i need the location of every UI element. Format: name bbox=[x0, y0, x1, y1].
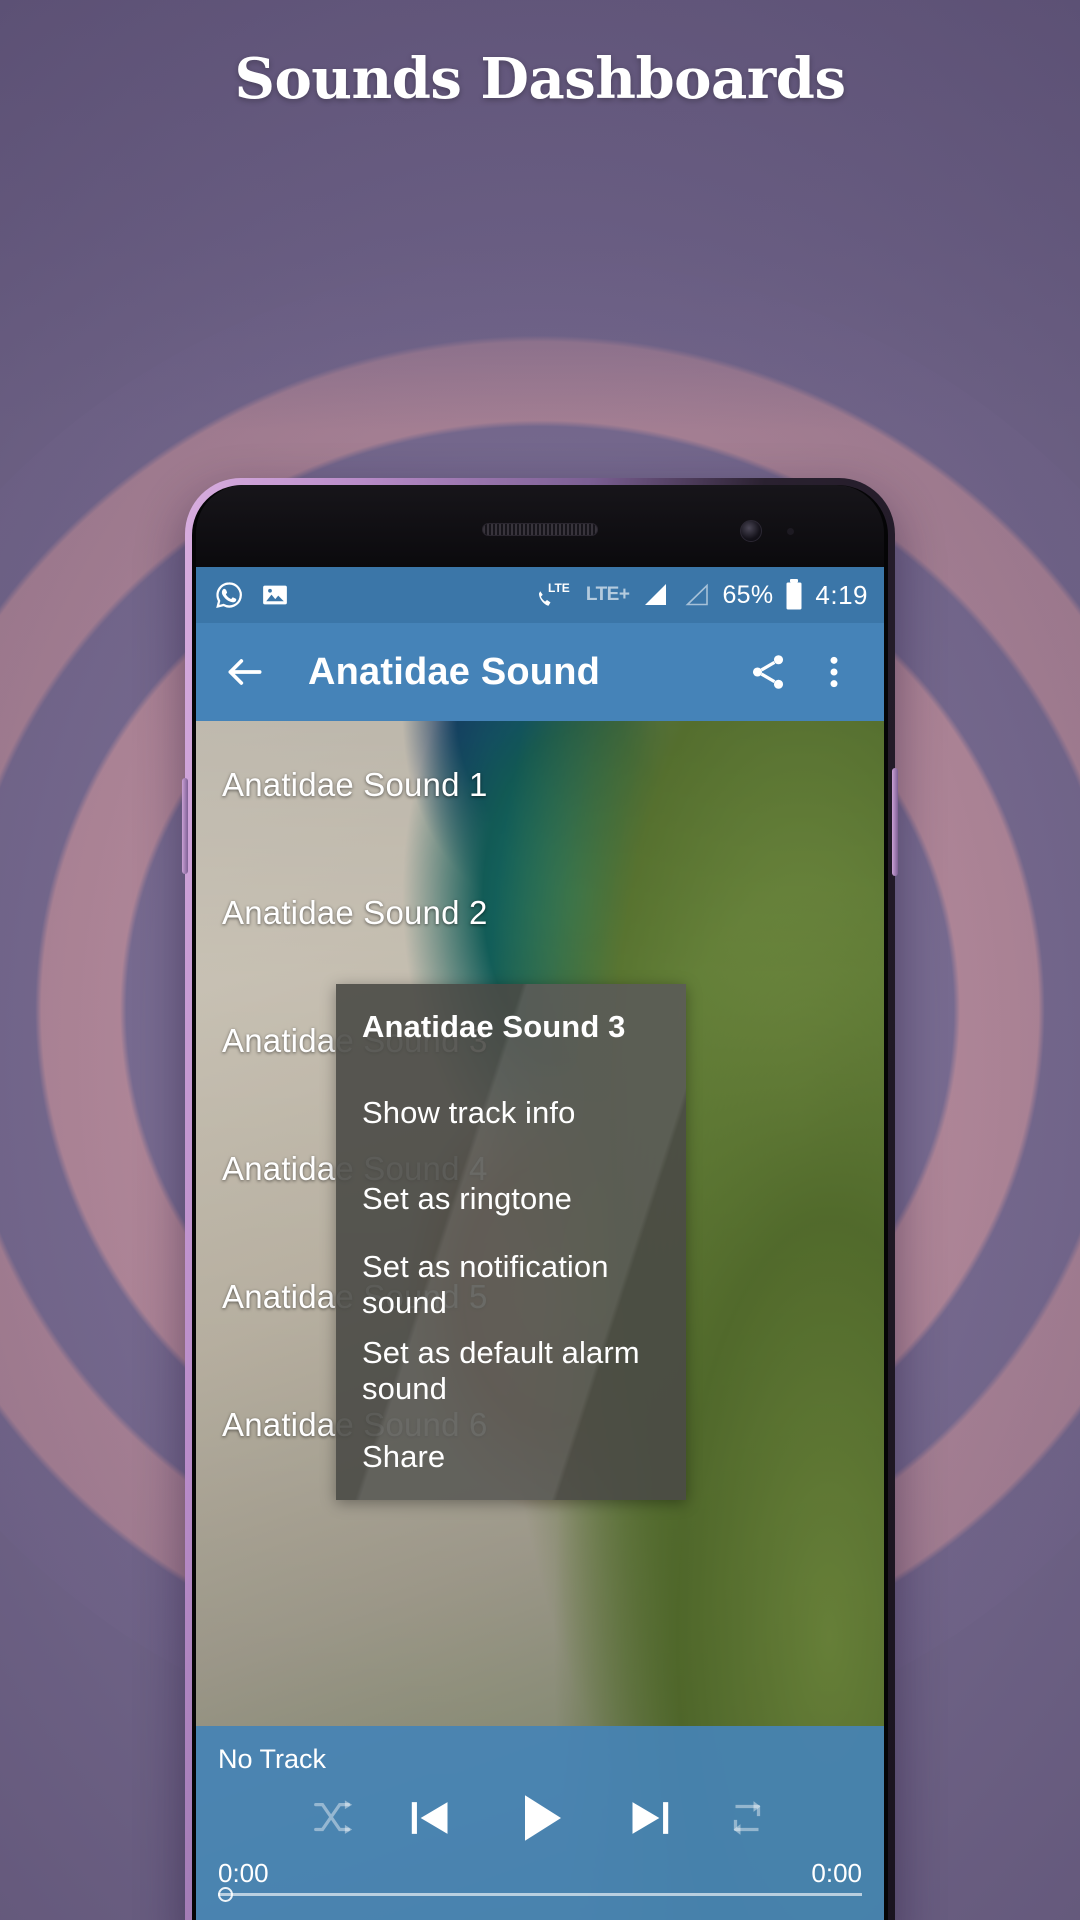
list-item[interactable]: Anatidae Sound 2 bbox=[196, 849, 884, 977]
status-bar: LTE LTE+ 65% 4:19 bbox=[196, 567, 884, 623]
signal-strength-full-icon bbox=[640, 581, 670, 609]
network-type-label: LTE+ bbox=[585, 584, 630, 605]
list-item-label: Anatidae Sound 2 bbox=[222, 894, 488, 931]
phone-top-bezel bbox=[196, 485, 884, 567]
overflow-menu-button[interactable] bbox=[806, 644, 862, 700]
menu-item-set-as-notification-sound[interactable]: Set as notification sound bbox=[336, 1242, 686, 1328]
status-bar-notification-icons bbox=[214, 580, 290, 610]
share-button[interactable] bbox=[740, 644, 796, 700]
back-button[interactable] bbox=[218, 645, 272, 699]
context-menu: Anatidae Sound 3 Show track info Set as … bbox=[336, 984, 686, 1500]
total-time: 0:00 bbox=[811, 1858, 862, 1888]
menu-item-label: Set as ringtone bbox=[362, 1181, 573, 1216]
app-toolbar: Anatidae Sound bbox=[196, 623, 884, 721]
seek-bar-track bbox=[218, 1893, 862, 1896]
menu-item-share[interactable]: Share bbox=[336, 1414, 686, 1500]
status-bar-system-icons: LTE LTE+ 65% 4:19 bbox=[535, 578, 868, 612]
svg-text:LTE: LTE bbox=[548, 581, 570, 595]
front-camera-icon bbox=[740, 520, 762, 542]
promo-title: Sounds Dashboards bbox=[234, 46, 846, 112]
menu-item-show-track-info[interactable]: Show track info bbox=[336, 1070, 686, 1156]
image-icon bbox=[260, 580, 290, 610]
menu-item-label: Show track info bbox=[362, 1095, 576, 1130]
play-button[interactable] bbox=[504, 1782, 576, 1854]
volte-icon: LTE bbox=[535, 580, 575, 610]
phone-side-button-right bbox=[892, 768, 898, 876]
previous-track-button[interactable] bbox=[402, 1790, 458, 1846]
earpiece-speaker-icon bbox=[482, 523, 598, 536]
whatsapp-icon bbox=[214, 580, 244, 610]
player-controls bbox=[196, 1782, 884, 1854]
phone-side-button-left bbox=[182, 778, 188, 874]
menu-item-label: Share bbox=[362, 1439, 446, 1474]
status-bar-clock: 4:19 bbox=[815, 579, 868, 610]
elapsed-time: 0:00 bbox=[218, 1858, 269, 1888]
repeat-icon[interactable] bbox=[724, 1795, 770, 1841]
signal-strength-empty-icon bbox=[681, 581, 711, 609]
context-menu-header: Anatidae Sound 3 bbox=[336, 984, 686, 1070]
battery-icon bbox=[784, 578, 804, 612]
seek-bar-thumb[interactable] bbox=[218, 1887, 233, 1902]
shuffle-icon[interactable] bbox=[310, 1795, 356, 1841]
next-track-button[interactable] bbox=[622, 1790, 678, 1846]
menu-item-set-as-default-alarm-sound[interactable]: Set as default alarm sound bbox=[336, 1328, 686, 1414]
context-menu-header-label: Anatidae Sound 3 bbox=[362, 1009, 626, 1044]
menu-item-label: Set as default alarm sound bbox=[362, 1335, 640, 1406]
battery-percentage: 65% bbox=[722, 580, 774, 609]
menu-item-set-as-ringtone[interactable]: Set as ringtone bbox=[336, 1156, 686, 1242]
phone-mockup: LTE LTE+ 65% 4:19 Anatidae Sound Anatida… bbox=[182, 478, 898, 1920]
seek-bar[interactable] bbox=[218, 1886, 862, 1904]
menu-item-label: Set as notification sound bbox=[362, 1249, 609, 1320]
page-title: Anatidae Sound bbox=[308, 650, 601, 693]
player-bar: No Track 0:00 0:00 bbox=[196, 1726, 884, 1920]
proximity-sensor-icon bbox=[787, 528, 794, 535]
player-track-title: No Track bbox=[218, 1744, 327, 1774]
phone-screen-frame: LTE LTE+ 65% 4:19 Anatidae Sound Anatida… bbox=[192, 485, 888, 1920]
phone-screen: LTE LTE+ 65% 4:19 Anatidae Sound Anatida… bbox=[196, 567, 884, 1920]
player-time-row: 0:00 0:00 bbox=[218, 1858, 862, 1889]
list-item[interactable]: Anatidae Sound 1 bbox=[196, 721, 884, 849]
list-item-label: Anatidae Sound 1 bbox=[222, 766, 488, 803]
